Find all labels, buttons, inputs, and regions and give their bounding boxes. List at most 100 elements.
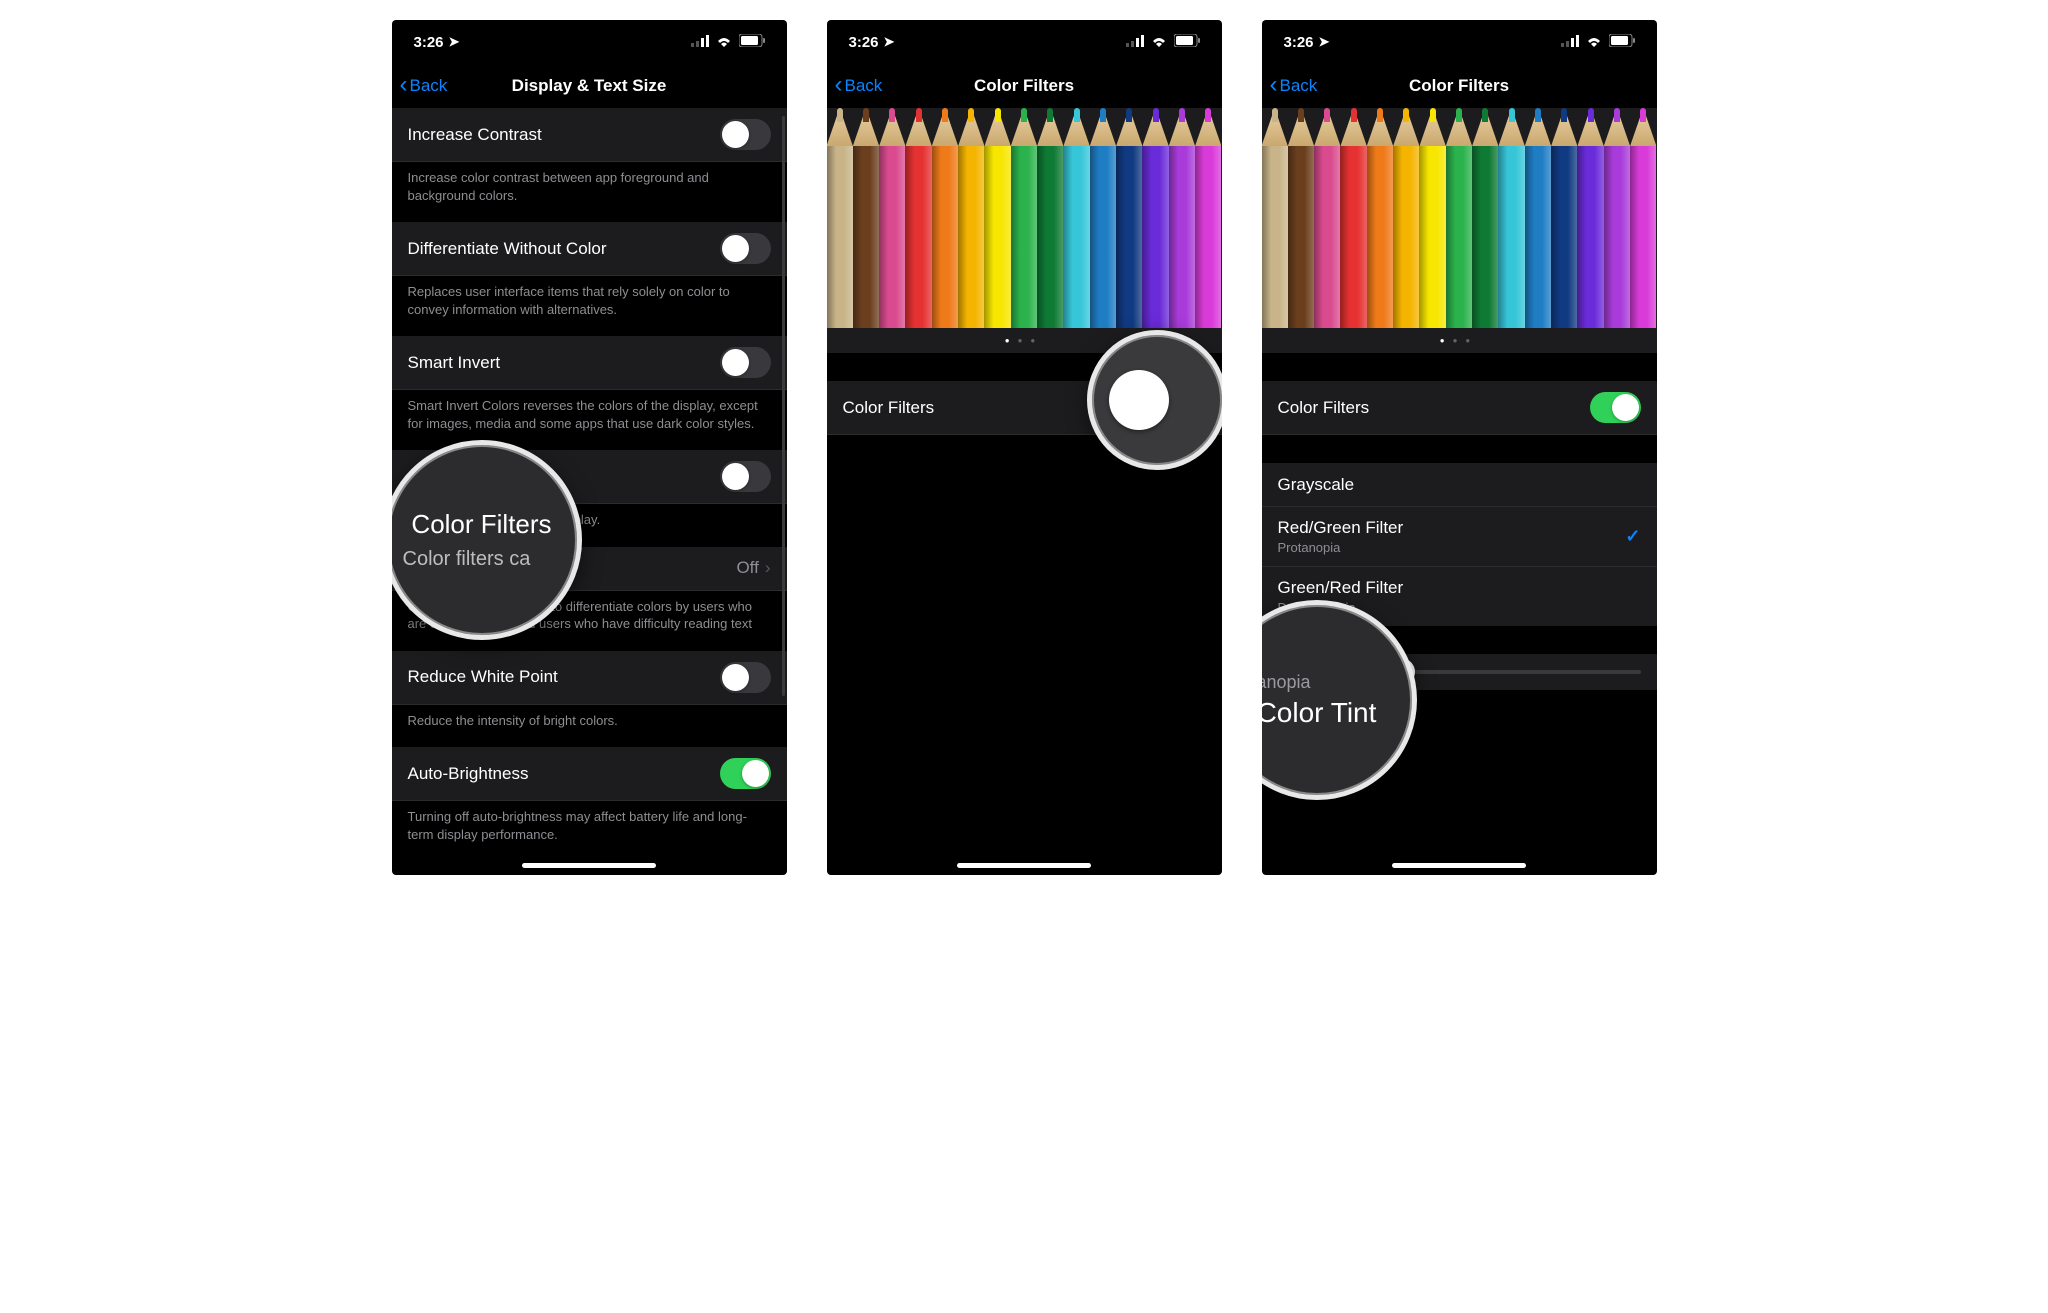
pencil-icon bbox=[879, 108, 905, 328]
row-increase-contrast[interactable]: Increase Contrast bbox=[392, 108, 787, 162]
row-value: Off bbox=[736, 558, 758, 578]
toggle-classic-invert[interactable] bbox=[720, 461, 771, 492]
row-footer: Turning off auto-brightness may affect b… bbox=[392, 801, 787, 861]
nav-bar: ‹ Back Color Filters bbox=[1262, 64, 1657, 108]
pencil-preview[interactable] bbox=[1262, 108, 1657, 328]
row-label: Color Filters bbox=[1278, 398, 1370, 418]
status-time: 3:26 bbox=[414, 34, 444, 51]
filter-option[interactable]: Red/Green FilterProtanopia✓ bbox=[1262, 507, 1657, 567]
back-label: Back bbox=[1280, 76, 1318, 96]
location-arrow-icon: ➤ bbox=[1319, 34, 1330, 50]
pencil-icon bbox=[827, 108, 853, 328]
signal-icon bbox=[1561, 34, 1579, 51]
row-footer: Reduce the intensity of bright colors. bbox=[392, 705, 787, 748]
toggle-differentiate-color[interactable] bbox=[720, 233, 771, 264]
pencil-icon bbox=[984, 108, 1010, 328]
callout-sub: Color filters ca bbox=[392, 548, 547, 571]
toggle-reduce-white[interactable] bbox=[720, 662, 771, 693]
nav-bar: ‹ Back Color Filters bbox=[827, 64, 1222, 108]
pencil-icon bbox=[1090, 108, 1116, 328]
row-smart-invert[interactable]: Smart Invert bbox=[392, 336, 787, 390]
option-sublabel: Protanopia bbox=[1278, 540, 1626, 555]
wifi-icon bbox=[1585, 34, 1603, 51]
back-button[interactable]: ‹ Back bbox=[400, 75, 448, 97]
signal-icon bbox=[1126, 34, 1144, 51]
pencil-icon bbox=[1063, 108, 1089, 328]
row-reduce-white-point[interactable]: Reduce White Point bbox=[392, 651, 787, 705]
status-bar: 3:26 ➤ bbox=[392, 20, 787, 64]
nav-bar: ‹ Back Display & Text Size bbox=[392, 64, 787, 108]
row-color-filters-toggle[interactable]: Color Filters bbox=[1262, 381, 1657, 435]
page-dots[interactable]: ●●● bbox=[1262, 328, 1657, 353]
location-arrow-icon: ➤ bbox=[449, 34, 460, 50]
back-label: Back bbox=[845, 76, 883, 96]
callout-toggle-off bbox=[1087, 330, 1222, 470]
row-footer: Increase color contrast between app fore… bbox=[392, 162, 787, 222]
row-footer: Replaces user interface items that rely … bbox=[392, 276, 787, 336]
screen-color-filters-on: 3:26 ➤ ‹ Back Color Filters ●●● Color Fi… bbox=[1262, 20, 1657, 875]
option-label: Grayscale bbox=[1278, 475, 1641, 495]
option-label: Green/Red Filter bbox=[1278, 578, 1641, 598]
pencil-icon bbox=[1577, 108, 1603, 328]
pencil-icon bbox=[1195, 108, 1221, 328]
pencil-icon bbox=[1011, 108, 1037, 328]
status-bar: 3:26 ➤ bbox=[827, 20, 1222, 64]
toggle-increase-contrast[interactable] bbox=[720, 119, 771, 150]
pencil-icon bbox=[1446, 108, 1472, 328]
callout-color-filters: Color Filters Color filters ca bbox=[392, 440, 582, 640]
pencil-icon bbox=[958, 108, 984, 328]
callout-overflow: tanopia bbox=[1262, 672, 1311, 693]
back-button[interactable]: ‹ Back bbox=[1270, 75, 1318, 97]
pencil-icon bbox=[1419, 108, 1445, 328]
toggle-auto-brightness[interactable] bbox=[720, 758, 771, 789]
battery-icon bbox=[1609, 34, 1635, 51]
toggle-color-filters[interactable] bbox=[1590, 392, 1641, 423]
callout-color-tint: tanopia Color Tint bbox=[1262, 600, 1417, 800]
pencil-icon bbox=[1525, 108, 1551, 328]
pencil-icon bbox=[1288, 108, 1314, 328]
status-time: 3:26 bbox=[1284, 34, 1314, 51]
pencil-preview[interactable] bbox=[827, 108, 1222, 328]
home-indicator[interactable] bbox=[522, 863, 656, 868]
filter-option[interactable]: Grayscale bbox=[1262, 463, 1657, 507]
wifi-icon bbox=[1150, 34, 1168, 51]
status-bar: 3:26 ➤ bbox=[1262, 20, 1657, 64]
pencil-icon bbox=[1551, 108, 1577, 328]
checkmark-icon: ✓ bbox=[1625, 526, 1640, 547]
pencil-icon bbox=[1262, 108, 1288, 328]
pencil-icon bbox=[1116, 108, 1142, 328]
chevron-left-icon: ‹ bbox=[835, 73, 843, 97]
pencil-icon bbox=[1037, 108, 1063, 328]
nav-title: Display & Text Size bbox=[392, 76, 787, 96]
home-indicator[interactable] bbox=[1392, 863, 1526, 868]
nav-title: Color Filters bbox=[827, 76, 1222, 96]
pencil-icon bbox=[1630, 108, 1656, 328]
chevron-left-icon: ‹ bbox=[1270, 73, 1278, 97]
toggle-knob-icon bbox=[1109, 370, 1169, 430]
pencil-icon bbox=[1169, 108, 1195, 328]
row-label: Differentiate Without Color bbox=[408, 239, 720, 259]
pencil-icon bbox=[905, 108, 931, 328]
scroll-indicator[interactable] bbox=[782, 116, 785, 696]
battery-icon bbox=[739, 34, 765, 51]
screen-color-filters-off: 3:26 ➤ ‹ Back Color Filters ●●● Color Fi… bbox=[827, 20, 1222, 875]
screen-display-text-size: 3:26 ➤ ‹ Back Display & Text Size Increa… bbox=[392, 20, 787, 875]
pencil-icon bbox=[1393, 108, 1419, 328]
back-button[interactable]: ‹ Back bbox=[835, 75, 883, 97]
callout-title: Color Tint bbox=[1262, 697, 1377, 729]
row-differentiate-color[interactable]: Differentiate Without Color bbox=[392, 222, 787, 276]
pencil-icon bbox=[1367, 108, 1393, 328]
row-auto-brightness[interactable]: Auto-Brightness bbox=[392, 747, 787, 801]
battery-icon bbox=[1174, 34, 1200, 51]
row-footer: Smart Invert Colors reverses the colors … bbox=[392, 390, 787, 450]
nav-title: Color Filters bbox=[1262, 76, 1657, 96]
chevron-right-icon: › bbox=[765, 558, 771, 578]
signal-icon bbox=[691, 34, 709, 51]
location-arrow-icon: ➤ bbox=[884, 34, 895, 50]
toggle-smart-invert[interactable] bbox=[720, 347, 771, 378]
home-indicator[interactable] bbox=[957, 863, 1091, 868]
pencil-icon bbox=[1498, 108, 1524, 328]
pencil-icon bbox=[1314, 108, 1340, 328]
pencil-icon bbox=[1142, 108, 1168, 328]
pencil-icon bbox=[1604, 108, 1630, 328]
